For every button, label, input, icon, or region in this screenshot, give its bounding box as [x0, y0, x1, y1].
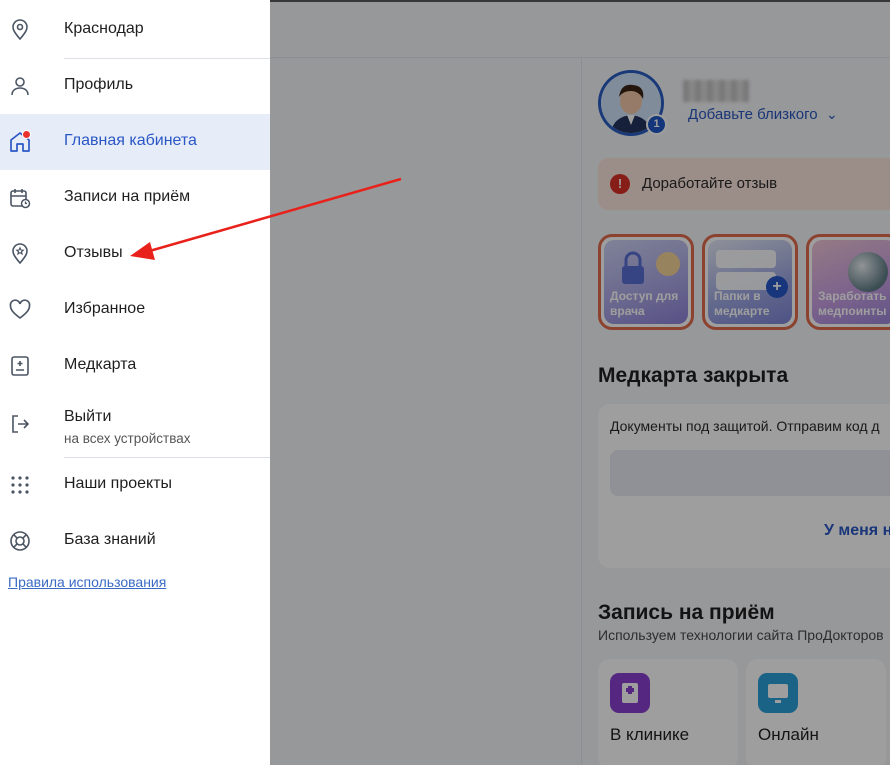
star-pin-icon	[12, 243, 28, 265]
grid-dots-icon	[11, 476, 29, 494]
menu-item-label: База знаний	[64, 531, 156, 548]
calendar-clock-icon	[10, 189, 31, 209]
user-icon	[11, 77, 29, 96]
heart-icon	[9, 299, 31, 320]
menu-item-profile[interactable]: Профиль	[0, 58, 270, 114]
menu-item-favorites[interactable]: Избранное	[0, 282, 270, 338]
menu-item-label: Наши проекты	[64, 475, 173, 492]
menu-item-label: Выйти	[64, 408, 112, 425]
menu-item-dashboard[interactable]: Главная кабинета	[0, 114, 270, 170]
menu-item-label: Медкарта	[64, 356, 137, 373]
menu-item-label: Записи на приём	[64, 188, 191, 205]
medical-record-icon	[11, 356, 29, 376]
lifebuoy-icon	[10, 531, 30, 551]
menu-item-logout[interactable]: Выйти на всех устройствах	[0, 394, 270, 456]
menu-item-label: Избранное	[64, 300, 146, 317]
menu-item-sublabel: на всех устройствах	[64, 431, 191, 446]
menu-item-label: Профиль	[64, 76, 134, 93]
menu-item-label: Главная кабинета	[64, 132, 197, 149]
menu-item-reviews[interactable]: Отзывы	[0, 226, 270, 282]
menu-item-knowledge-base[interactable]: База знаний	[0, 513, 270, 569]
side-menu: Краснодар Профиль Главная кабинета Запис…	[0, 0, 270, 765]
menu-item-projects[interactable]: Наши проекты	[0, 457, 270, 513]
logout-icon	[12, 415, 30, 433]
notification-dot	[22, 130, 31, 139]
city-label: Краснодар	[64, 20, 144, 37]
terms-of-use-link[interactable]: Правила использования	[8, 574, 166, 590]
menu-item-appointments[interactable]: Записи на приём	[0, 170, 270, 226]
menu-item-city[interactable]: Краснодар	[0, 2, 270, 58]
menu-item-label: Отзывы	[64, 244, 123, 261]
menu-item-medcard[interactable]: Медкарта	[0, 338, 270, 394]
location-pin-icon	[12, 19, 28, 41]
